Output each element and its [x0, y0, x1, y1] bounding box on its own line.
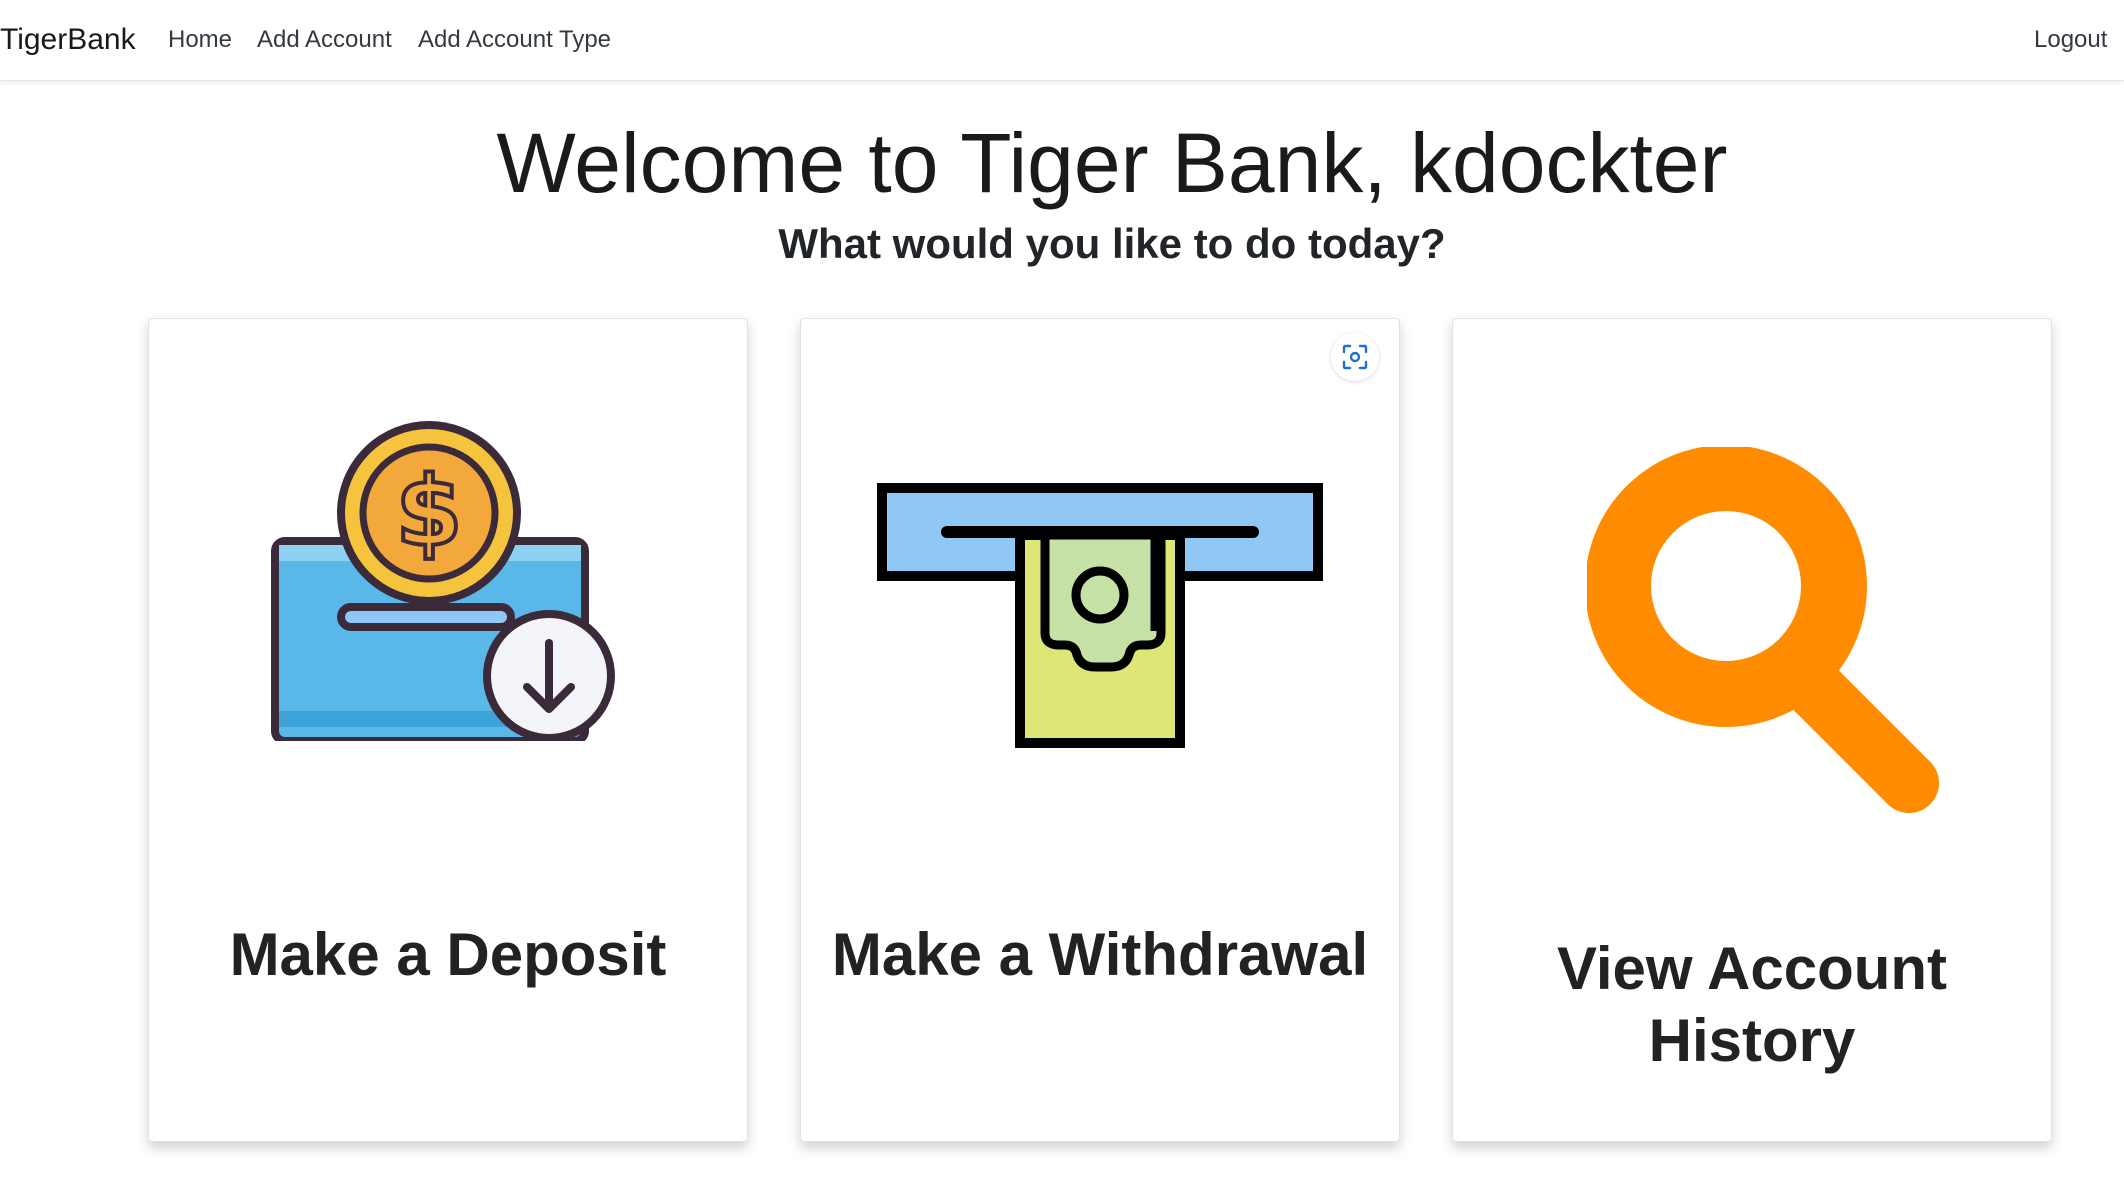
svg-text:$: $: [396, 456, 463, 568]
focus-button[interactable]: [1331, 333, 1379, 381]
view-history-card-title-line1: View Account: [1556, 935, 1948, 1002]
withdrawal-card-title: Make a Withdrawal: [831, 921, 1369, 988]
withdrawal-icon: [877, 483, 1323, 748]
withdrawal-card[interactable]: Make a Withdrawal: [800, 318, 1400, 1142]
deposit-card[interactable]: $ Make a Deposit: [148, 318, 748, 1142]
search-icon: [1587, 447, 1939, 813]
logout-link[interactable]: Logout: [2034, 23, 2107, 57]
nav-link-add-account[interactable]: Add Account: [257, 23, 392, 57]
subtitle-heading: What would you like to do today?: [778, 220, 1446, 267]
view-history-card[interactable]: View Account History: [1452, 318, 2052, 1142]
top-navbar: TigerBank Home Add Account Add Account T…: [0, 0, 2124, 81]
brand-link[interactable]: TigerBank: [0, 20, 136, 60]
welcome-heading: Welcome to Tiger Bank, kdockter: [496, 116, 1728, 210]
deposit-card-title: Make a Deposit: [229, 921, 667, 988]
view-history-card-title-line2: History: [1648, 1007, 1856, 1074]
scan-icon: [1342, 344, 1368, 370]
nav-link-home[interactable]: Home: [168, 23, 232, 57]
nav-link-add-account-type[interactable]: Add Account Type: [418, 23, 611, 57]
deposit-icon: $: [271, 421, 615, 741]
